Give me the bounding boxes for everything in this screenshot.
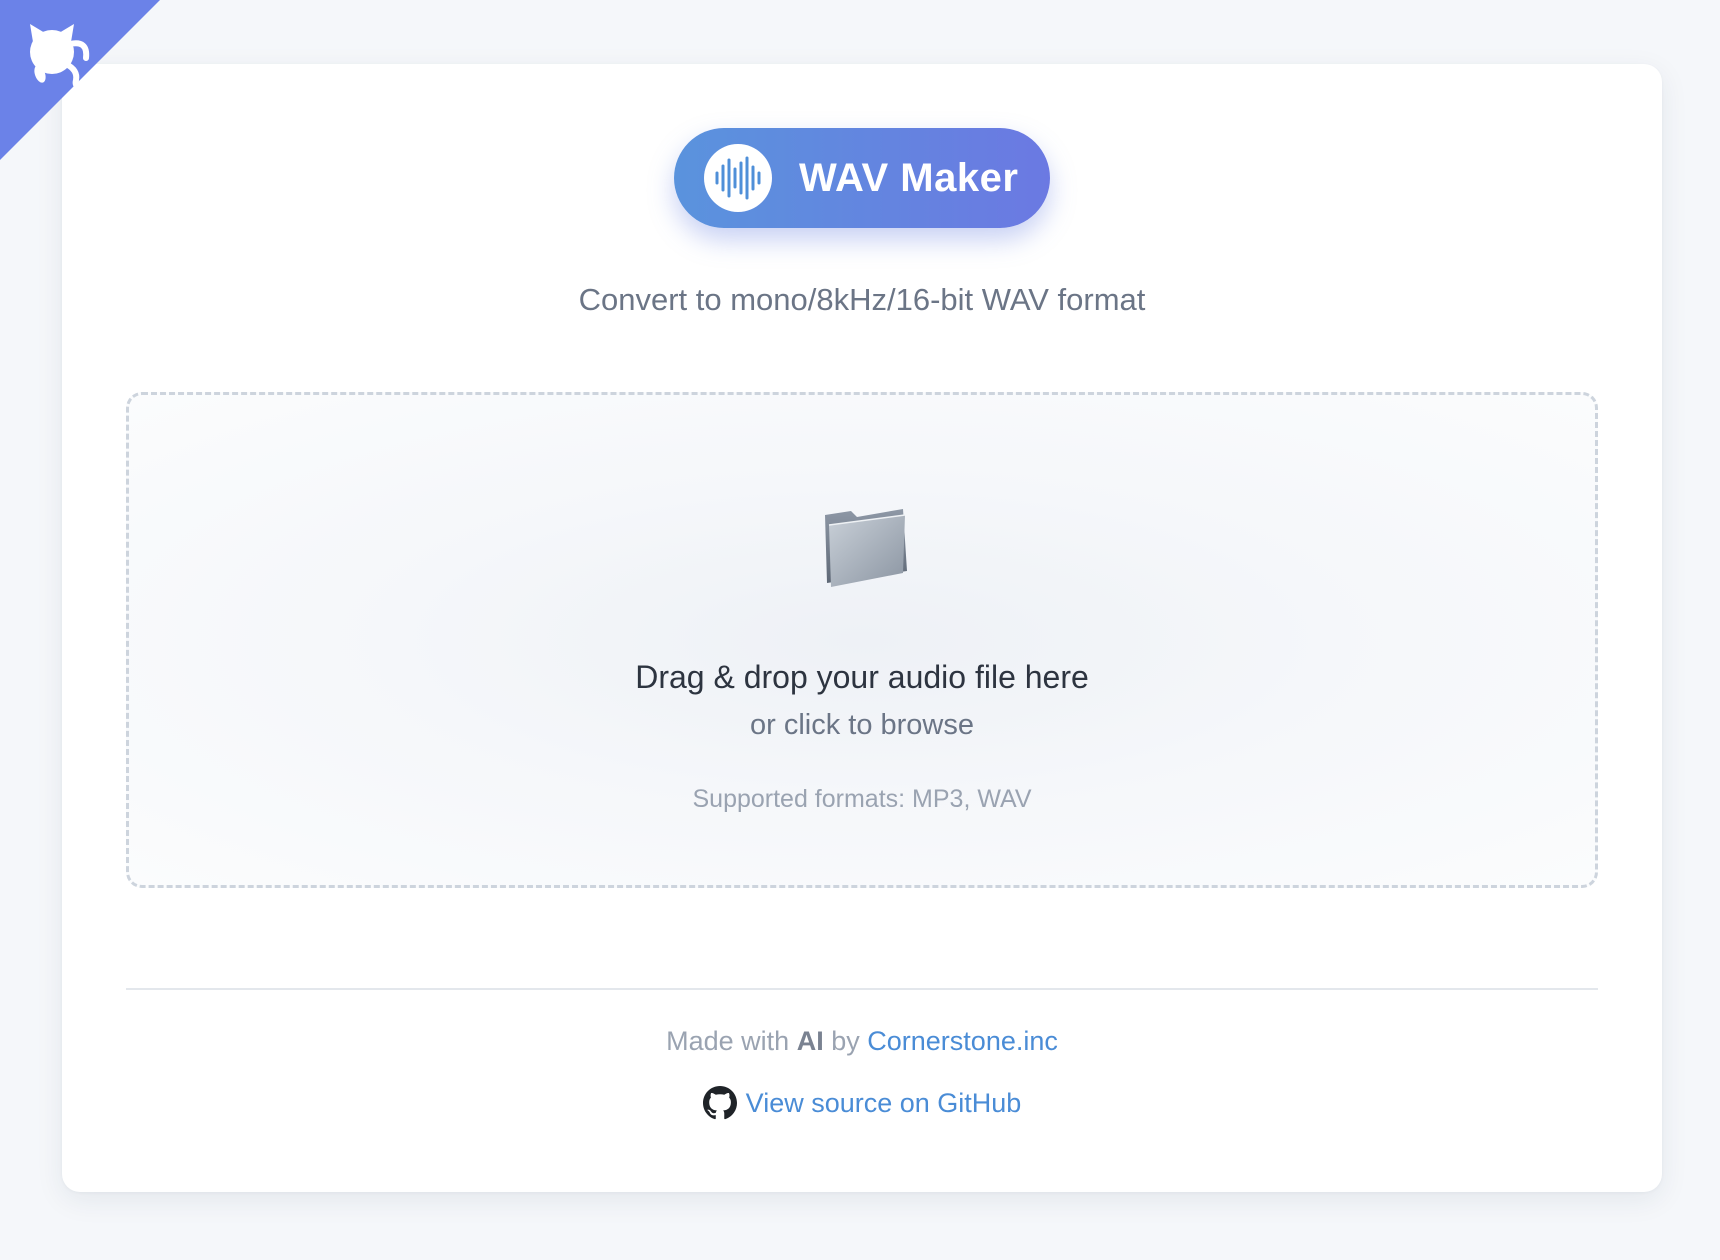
folder-icon xyxy=(825,509,907,587)
app-subtitle: Convert to mono/8kHz/16-bit WAV format xyxy=(578,282,1146,317)
github-corner-icon xyxy=(0,0,160,160)
app-logo: WAV Maker xyxy=(674,128,1050,228)
made-with-ai: AI xyxy=(796,1026,824,1056)
github-icon xyxy=(702,1086,737,1120)
file-dropzone[interactable]: Drag & drop your audio file here or clic… xyxy=(126,392,1598,888)
main-card: WAV Maker Convert to mono/8kHz/16-bit WA… xyxy=(62,64,1662,1192)
company-link[interactable]: Cornerstone.inc xyxy=(867,1026,1058,1056)
browse-link[interactable]: or click to browse xyxy=(129,709,1595,742)
made-with-prefix: Made with xyxy=(666,1026,790,1056)
view-source-link[interactable]: View source on GitHub xyxy=(746,1088,1022,1119)
dropzone-title: Drag & drop your audio file here xyxy=(635,659,1089,695)
source-link-row: View source on GitHub xyxy=(62,1086,1662,1120)
made-with-credit: Made with AI by Cornerstone.inc xyxy=(62,1026,1662,1057)
made-with-by: by xyxy=(831,1026,860,1056)
github-corner-link[interactable] xyxy=(0,0,160,160)
waveform-icon xyxy=(704,144,772,212)
footer-divider xyxy=(126,988,1598,990)
supported-formats: Supported formats: MP3, WAV xyxy=(692,785,1032,813)
app-title: WAV Maker xyxy=(799,155,1019,200)
